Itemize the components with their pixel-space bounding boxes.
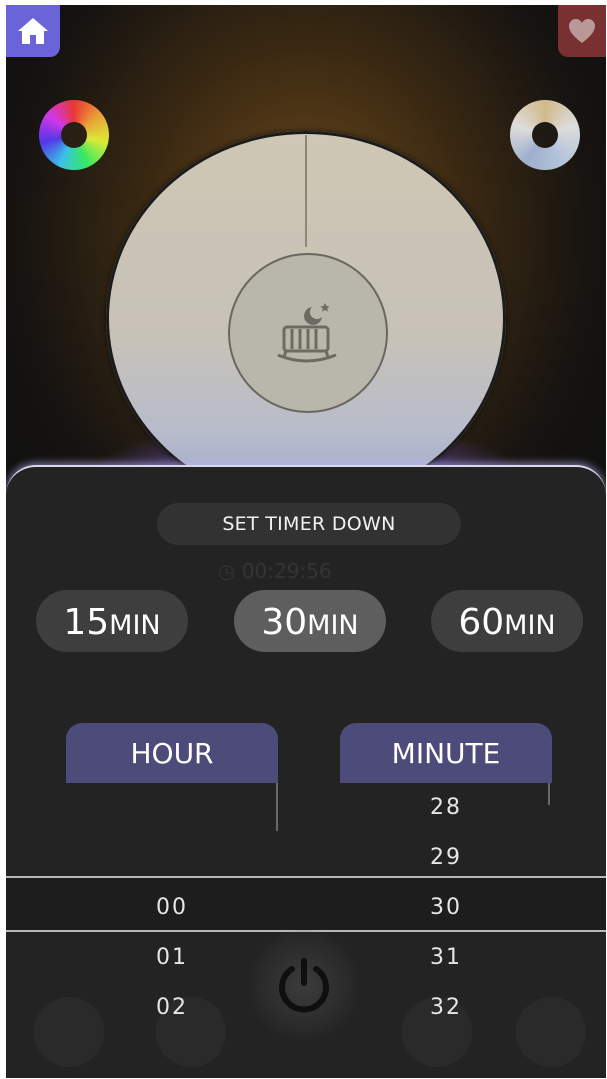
hour-column-edge <box>276 783 278 831</box>
minute-option-selected[interactable]: 30 <box>406 895 486 920</box>
dial-center-button[interactable] <box>228 253 388 413</box>
preset-30min-button[interactable]: 30 MIN <box>234 590 386 652</box>
hour-column-header: HOUR <box>66 723 278 783</box>
preset-number: 60 <box>458 602 505 643</box>
light-dial[interactable] <box>106 131 506 506</box>
bottom-control-ghost <box>34 997 104 1067</box>
hour-option[interactable]: 01 <box>132 945 212 970</box>
power-icon <box>279 958 329 1013</box>
minute-column-edge <box>548 783 550 805</box>
timer-sheet: ◷ 00:29:56 SET TIMER DOWN 15 MIN 30 MIN 60… <box>6 465 606 1078</box>
bottom-control-ghost <box>516 997 586 1067</box>
preset-number: 30 <box>261 602 308 643</box>
crib-moon-icon <box>277 303 337 363</box>
minute-option[interactable]: 28 <box>406 795 486 820</box>
home-button[interactable] <box>6 5 60 57</box>
hour-option[interactable]: 02 <box>132 995 212 1020</box>
hour-option-selected[interactable]: 00 <box>132 895 212 920</box>
minute-option[interactable]: 29 <box>406 845 486 870</box>
favorite-button[interactable] <box>558 5 606 57</box>
selection-band <box>6 876 606 932</box>
timer-screen: ◷ 00:29:56 SET TIMER DOWN 15 MIN 30 MIN 60… <box>6 5 606 1078</box>
preset-number: 15 <box>63 602 110 643</box>
color-wheel-icon[interactable] <box>39 100 109 170</box>
minute-option[interactable]: 31 <box>406 945 486 970</box>
minute-option[interactable]: 32 <box>406 995 486 1020</box>
home-icon <box>18 18 48 44</box>
timer-title: SET TIMER DOWN <box>157 503 461 545</box>
background-timer-readout: ◷ 00:29:56 <box>218 559 332 583</box>
preset-15min-button[interactable]: 15 MIN <box>36 590 188 652</box>
white-tone-wheel-icon[interactable] <box>510 100 580 170</box>
preset-60min-button[interactable]: 60 MIN <box>431 590 583 652</box>
power-button[interactable] <box>248 929 360 1041</box>
dial-divider <box>305 135 307 247</box>
preset-unit: MIN <box>109 610 161 641</box>
preset-unit: MIN <box>307 610 359 641</box>
minute-column-header: MINUTE <box>340 723 552 783</box>
heart-icon <box>569 19 595 43</box>
preset-unit: MIN <box>504 610 556 641</box>
